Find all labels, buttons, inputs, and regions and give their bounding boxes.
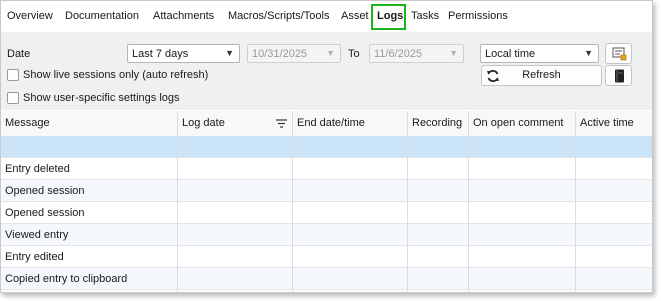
date-range-select[interactable]: Last 7 days ▼ [127,44,240,63]
table-row[interactable]: Opened session [1,180,652,202]
column-divider[interactable] [468,111,469,292]
to-label: To [348,48,360,60]
table-row[interactable]: Opened session [1,202,652,224]
timezone-value: Local time [485,48,536,60]
column-divider[interactable] [177,111,178,292]
live-sessions-label: Show live sessions only (auto refresh) [23,69,209,81]
column-header-end-date[interactable]: End date/time [297,117,365,129]
cell-message: Opened session [5,207,85,219]
logs-table: Message Log date End date/time Recording… [1,111,652,292]
to-date-value: 11/6/2025 [374,48,423,60]
tab-overview[interactable]: Overview [7,10,53,22]
cell-message: Entry deleted [5,163,70,175]
column-header-log-date[interactable]: Log date [182,117,225,129]
tab-bar: Overview Documentation Attachments Macro… [1,1,652,31]
tab-macros-scripts-tools[interactable]: Macros/Scripts/Tools [228,10,329,22]
cell-message: Viewed entry [5,229,69,241]
tab-logs[interactable]: Logs [377,10,403,22]
log-filter-panel: Date Last 7 days ▼ 10/31/2025 ▼ To 11/6/… [1,32,652,110]
table-header: Message Log date End date/time Recording… [1,111,652,137]
column-header-recording[interactable]: Recording [412,117,462,129]
from-date-value: 10/31/2025 [252,48,308,60]
from-date-picker[interactable]: 10/31/2025 ▼ [247,44,341,63]
column-divider[interactable] [292,111,293,292]
column-header-on-open-comment[interactable]: On open comment [473,117,564,129]
column-header-message[interactable]: Message [5,117,50,129]
table-row[interactable]: Entry deleted [1,158,652,180]
tab-tasks[interactable]: Tasks [411,10,439,22]
cell-message: Entry edited [5,251,64,263]
table-row[interactable]: Entry edited [1,246,652,268]
column-divider[interactable] [575,111,576,292]
cell-message: Opened session [5,185,85,197]
filter-icon[interactable] [276,119,287,128]
date-range-value: Last 7 days [132,48,189,60]
to-date-picker[interactable]: 11/6/2025 ▼ [369,44,464,63]
chevron-down-icon: ▼ [584,48,593,58]
tab-permissions[interactable]: Permissions [448,10,508,22]
date-label: Date [7,48,31,60]
user-settings-checkbox[interactable] [7,92,19,104]
export-button[interactable] [605,43,632,64]
user-settings-label: Show user-specific settings logs [23,92,180,104]
tab-attachments[interactable]: Attachments [153,10,214,22]
table-row[interactable] [1,136,652,158]
entry-properties-panel: Overview Documentation Attachments Macro… [0,0,653,293]
column-header-active-time[interactable]: Active time [580,117,634,129]
chevron-down-icon: ▼ [326,48,335,58]
live-sessions-checkbox[interactable] [7,69,19,81]
chevron-down-icon: ▼ [225,48,234,58]
column-divider[interactable] [407,111,408,292]
timezone-select[interactable]: Local time ▼ [480,44,599,63]
tab-asset[interactable]: Asset [341,10,369,22]
tab-documentation[interactable]: Documentation [65,10,139,22]
refresh-button[interactable]: Refresh [481,65,602,86]
export-icon [612,47,627,61]
refresh-label: Refresh [522,69,561,81]
book-button[interactable] [605,65,632,86]
table-row[interactable]: Copied entry to clipboard [1,268,652,290]
chevron-down-icon: ▼ [449,48,458,58]
table-row[interactable]: Viewed entry [1,224,652,246]
cell-message: Copied entry to clipboard [5,273,128,285]
book-icon [615,69,624,83]
